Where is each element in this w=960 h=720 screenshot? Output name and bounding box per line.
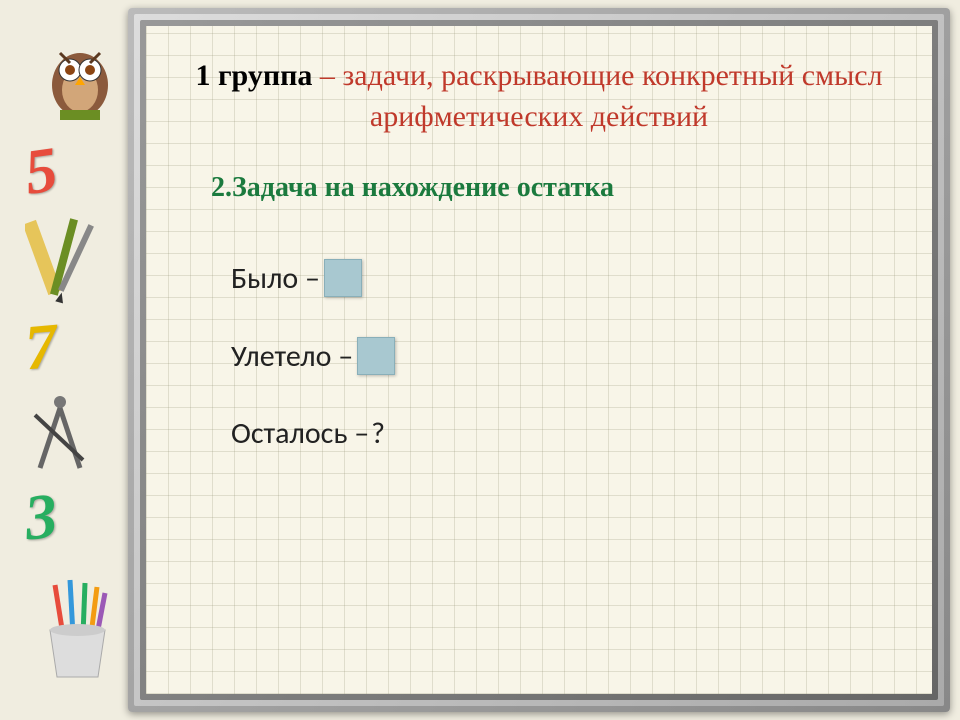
value-box-icon xyxy=(357,337,395,375)
title-description: – задачи, раскрывающие конкретный смысл … xyxy=(312,59,882,133)
decorative-number-7: 7 xyxy=(22,309,60,386)
slide-frame: 1 группа – задачи, раскрывающие конкретн… xyxy=(128,8,950,712)
row-remained: Осталось – ? xyxy=(231,415,907,452)
row-flew-away: Улетело – xyxy=(231,337,907,375)
decorative-number-3: 3 xyxy=(21,479,61,556)
pencil-cup-icon xyxy=(35,575,120,685)
problem-rows: Было – Улетело – Осталось – ? xyxy=(231,259,907,452)
ruler-pencil-icon xyxy=(25,210,95,305)
owl-icon xyxy=(40,35,120,125)
row-was: Было – xyxy=(231,259,907,297)
decorative-number-5: 5 xyxy=(20,132,62,210)
slide-title: 1 группа – задачи, раскрывающие конкретн… xyxy=(171,56,907,137)
grid-paper: 1 группа – задачи, раскрывающие конкретн… xyxy=(146,26,932,694)
question-mark: ? xyxy=(371,415,385,452)
compass-icon xyxy=(25,390,95,475)
row-label: Осталось – xyxy=(231,415,369,452)
row-label: Было – xyxy=(231,260,320,297)
value-box-icon xyxy=(324,259,362,297)
title-group-label: 1 группа xyxy=(195,59,312,92)
row-label: Улетело – xyxy=(231,338,353,375)
decorative-sidebar: 5 7 3 xyxy=(0,0,130,720)
slide-subtitle: 2.Задача на нахождение остатка xyxy=(211,172,907,204)
